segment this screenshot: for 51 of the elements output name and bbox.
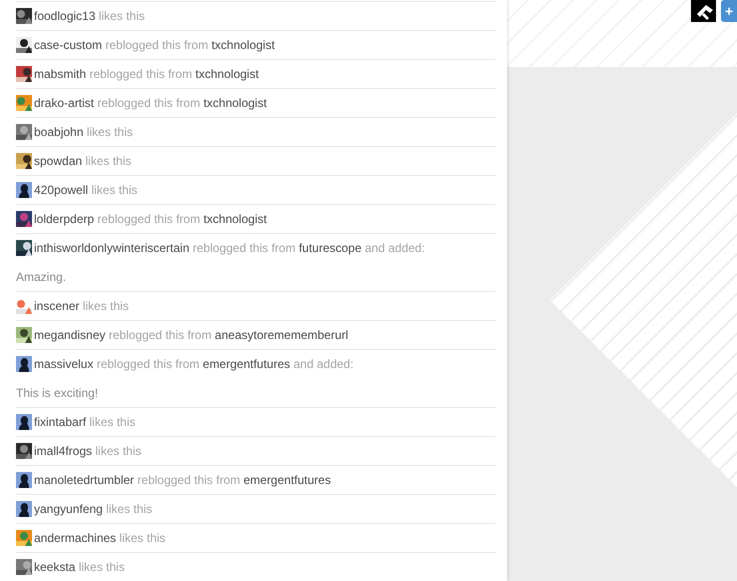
username-link[interactable]: imall4frogs: [34, 444, 92, 458]
username-link[interactable]: txchnologist: [203, 96, 267, 110]
note-text: massivelux reblogged this from emergentfutures and added:: [34, 357, 354, 371]
note-text: megandisney reblogged this from aneasytoremememberurl: [34, 328, 348, 342]
avatar-icon: [16, 182, 32, 198]
username-link[interactable]: drako-artist: [34, 96, 94, 110]
note-text: case-custom reblogged this from txchnologist: [34, 38, 275, 52]
reblog-comment: Amazing.: [16, 270, 66, 284]
username-link[interactable]: inthisworldonlywinteriscertain: [34, 241, 190, 255]
username-link[interactable]: manoletedrtumbler: [34, 473, 134, 487]
username-link[interactable]: massivelux: [34, 357, 94, 371]
username-link[interactable]: aneasytoremememberurl: [214, 328, 348, 342]
username-link[interactable]: txchnologist: [203, 212, 267, 226]
username-link[interactable]: keeksta: [34, 560, 76, 574]
username-link[interactable]: foodlogic13: [34, 9, 96, 23]
username-link[interactable]: andermachines: [34, 531, 116, 545]
username-link[interactable]: 420powell: [34, 183, 88, 197]
username-link[interactable]: megandisney: [34, 328, 106, 342]
note-text: inthisworldonlywinteriscertain reblogged this from futurescope and added:: [34, 241, 425, 255]
username-link[interactable]: txchnologist: [195, 67, 259, 81]
avatar-icon: [16, 501, 32, 517]
note-text: keeksta likes this: [34, 560, 125, 574]
note-text: yangyunfeng likes this: [34, 502, 152, 516]
avatar-icon: [16, 414, 32, 430]
avatar-icon: [16, 356, 32, 372]
username-link[interactable]: emergentfutures: [243, 473, 331, 487]
note-text: boabjohn likes this: [34, 125, 133, 139]
username-link[interactable]: futurescope: [298, 241, 362, 255]
note-text: mabsmith reblogged this from txchnologist: [34, 67, 259, 81]
note-text: imall4frogs likes this: [34, 444, 142, 458]
username-link[interactable]: mabsmith: [34, 67, 86, 81]
note-text: 420powell likes this: [34, 183, 138, 197]
note-text: foodlogic13 likes this: [34, 9, 145, 23]
note-text: spowdan likes this: [34, 154, 132, 168]
avatar-icon: [16, 472, 32, 488]
note-text: inscener likes this: [34, 299, 129, 313]
username-link[interactable]: lolderpderp: [34, 212, 94, 226]
username-link[interactable]: yangyunfeng: [34, 502, 103, 516]
username-link[interactable]: fixintabarf: [34, 415, 86, 429]
username-link[interactable]: spowdan: [34, 154, 82, 168]
username-link[interactable]: emergentfutures: [202, 357, 290, 371]
username-link[interactable]: inscener: [34, 299, 80, 313]
note-text: lolderpderp reblogged this from txchnologist: [34, 212, 267, 226]
note-text: drako-artist reblogged this from txchnologist: [34, 96, 267, 110]
username-link[interactable]: case-custom: [34, 38, 102, 52]
username-link[interactable]: txchnologist: [211, 38, 275, 52]
note-text: manoletedrtumbler reblogged this from emergentfutures: [34, 473, 331, 487]
note-text: fixintabarf likes this: [34, 415, 136, 429]
note-text: andermachines likes this: [34, 531, 166, 545]
username-link[interactable]: boabjohn: [34, 125, 84, 139]
reblog-comment: This is exciting!: [16, 386, 98, 400]
